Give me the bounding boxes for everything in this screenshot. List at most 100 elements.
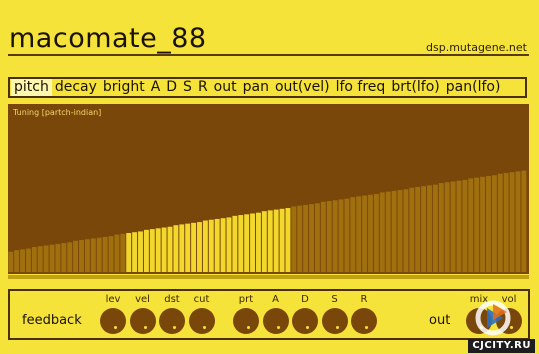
bar-79[interactable] [468,178,474,272]
bar-64[interactable] [379,192,385,272]
tab-6[interactable]: S [180,79,195,96]
bar-13[interactable] [79,240,84,272]
bar-53[interactable] [314,203,320,272]
bar-38[interactable] [226,217,232,272]
feedback-prt-knob[interactable] [233,308,259,334]
bar-33[interactable] [197,222,202,272]
tab-12[interactable]: brt(lfo) [388,79,442,96]
bar-45[interactable] [267,210,273,272]
bar-77[interactable] [456,180,462,272]
feedback-A-knob[interactable] [262,308,289,334]
bar-editor-scrollbar[interactable] [8,275,529,279]
bar-87[interactable] [515,171,521,272]
feedback-S-knob[interactable] [321,308,348,334]
bar-1[interactable] [8,251,14,272]
bar-88[interactable] [521,170,527,272]
bar-41[interactable] [244,214,250,272]
website-link[interactable]: dsp.mutagene.net [426,41,527,54]
tab-3[interactable]: bright [100,79,148,96]
bar-18[interactable] [108,236,114,272]
bar-60[interactable] [356,196,362,272]
bar-80[interactable] [474,177,480,272]
bar-34[interactable] [202,220,208,272]
tab-5[interactable]: D [163,79,180,96]
bar-78[interactable] [462,179,468,272]
bar-28[interactable] [167,226,173,272]
tab-9[interactable]: pan [240,79,272,96]
bar-70[interactable] [415,186,421,272]
bar-25[interactable] [149,229,155,272]
tab-7[interactable]: R [195,79,211,96]
tab-2[interactable]: decay [52,79,100,96]
bar-51[interactable] [303,204,309,272]
bar-32[interactable] [191,222,197,272]
bar-5[interactable] [31,247,37,272]
bar-23[interactable] [138,231,143,272]
bar-66[interactable] [391,190,397,272]
bar-63[interactable] [373,194,379,272]
bar-2[interactable] [14,250,20,272]
bar-73[interactable] [432,184,438,272]
bar-6[interactable] [37,246,43,272]
bar-29[interactable] [173,225,179,272]
bar-4[interactable] [25,248,31,272]
bar-editor[interactable]: Tuning [partch-indian] [8,104,529,274]
bar-9[interactable] [55,243,61,272]
bar-48[interactable] [285,208,291,272]
bar-27[interactable] [161,227,167,272]
bar-65[interactable] [385,191,391,272]
bar-82[interactable] [486,176,491,272]
bar-26[interactable] [155,228,161,272]
bar-46[interactable] [273,209,279,272]
bar-11[interactable] [67,242,73,272]
bar-58[interactable] [344,198,350,272]
tab-13[interactable]: pan(lfo) [443,79,504,96]
feedback-cut-knob[interactable] [188,308,215,334]
bar-22[interactable] [132,232,138,272]
bar-59[interactable] [350,197,356,272]
feedback-vel-knob[interactable] [129,308,156,334]
bar-14[interactable] [84,239,90,272]
bar-31[interactable] [185,223,191,272]
bar-62[interactable] [368,194,373,272]
feedback-dst-knob[interactable] [159,308,185,334]
bar-49[interactable] [291,206,297,272]
bar-72[interactable] [427,185,432,272]
bar-69[interactable] [409,187,415,272]
feedback-D-knob[interactable] [292,308,318,334]
feedback-R-knob[interactable] [351,308,377,334]
bar-83[interactable] [491,175,497,272]
bar-56[interactable] [332,200,338,272]
bar-19[interactable] [114,234,120,272]
bar-71[interactable] [421,186,427,272]
bar-editor-graph[interactable] [8,104,529,274]
bar-8[interactable] [49,244,55,272]
bar-57[interactable] [338,199,344,272]
feedback-lev-knob[interactable] [100,308,126,334]
bar-75[interactable] [444,182,450,272]
bar-52[interactable] [309,204,314,272]
bar-43[interactable] [256,212,261,272]
bar-7[interactable] [43,245,49,272]
bar-24[interactable] [143,229,149,272]
bar-54[interactable] [320,201,326,272]
bar-74[interactable] [438,183,444,272]
bar-84[interactable] [497,173,503,272]
bar-44[interactable] [261,211,267,272]
bar-3[interactable] [20,249,25,272]
bar-16[interactable] [96,237,102,272]
bar-68[interactable] [403,189,409,272]
bar-85[interactable] [503,172,509,272]
bar-81[interactable] [480,176,486,272]
bar-47[interactable] [279,208,285,272]
bar-37[interactable] [220,218,226,272]
bar-35[interactable] [208,219,214,272]
bar-21[interactable] [126,233,132,272]
bar-67[interactable] [397,190,403,272]
bar-61[interactable] [362,195,368,272]
bar-55[interactable] [326,201,332,272]
tab-11[interactable]: lfo freq [333,79,389,96]
bar-12[interactable] [73,240,79,272]
bar-15[interactable] [90,238,96,272]
bar-17[interactable] [102,236,108,272]
